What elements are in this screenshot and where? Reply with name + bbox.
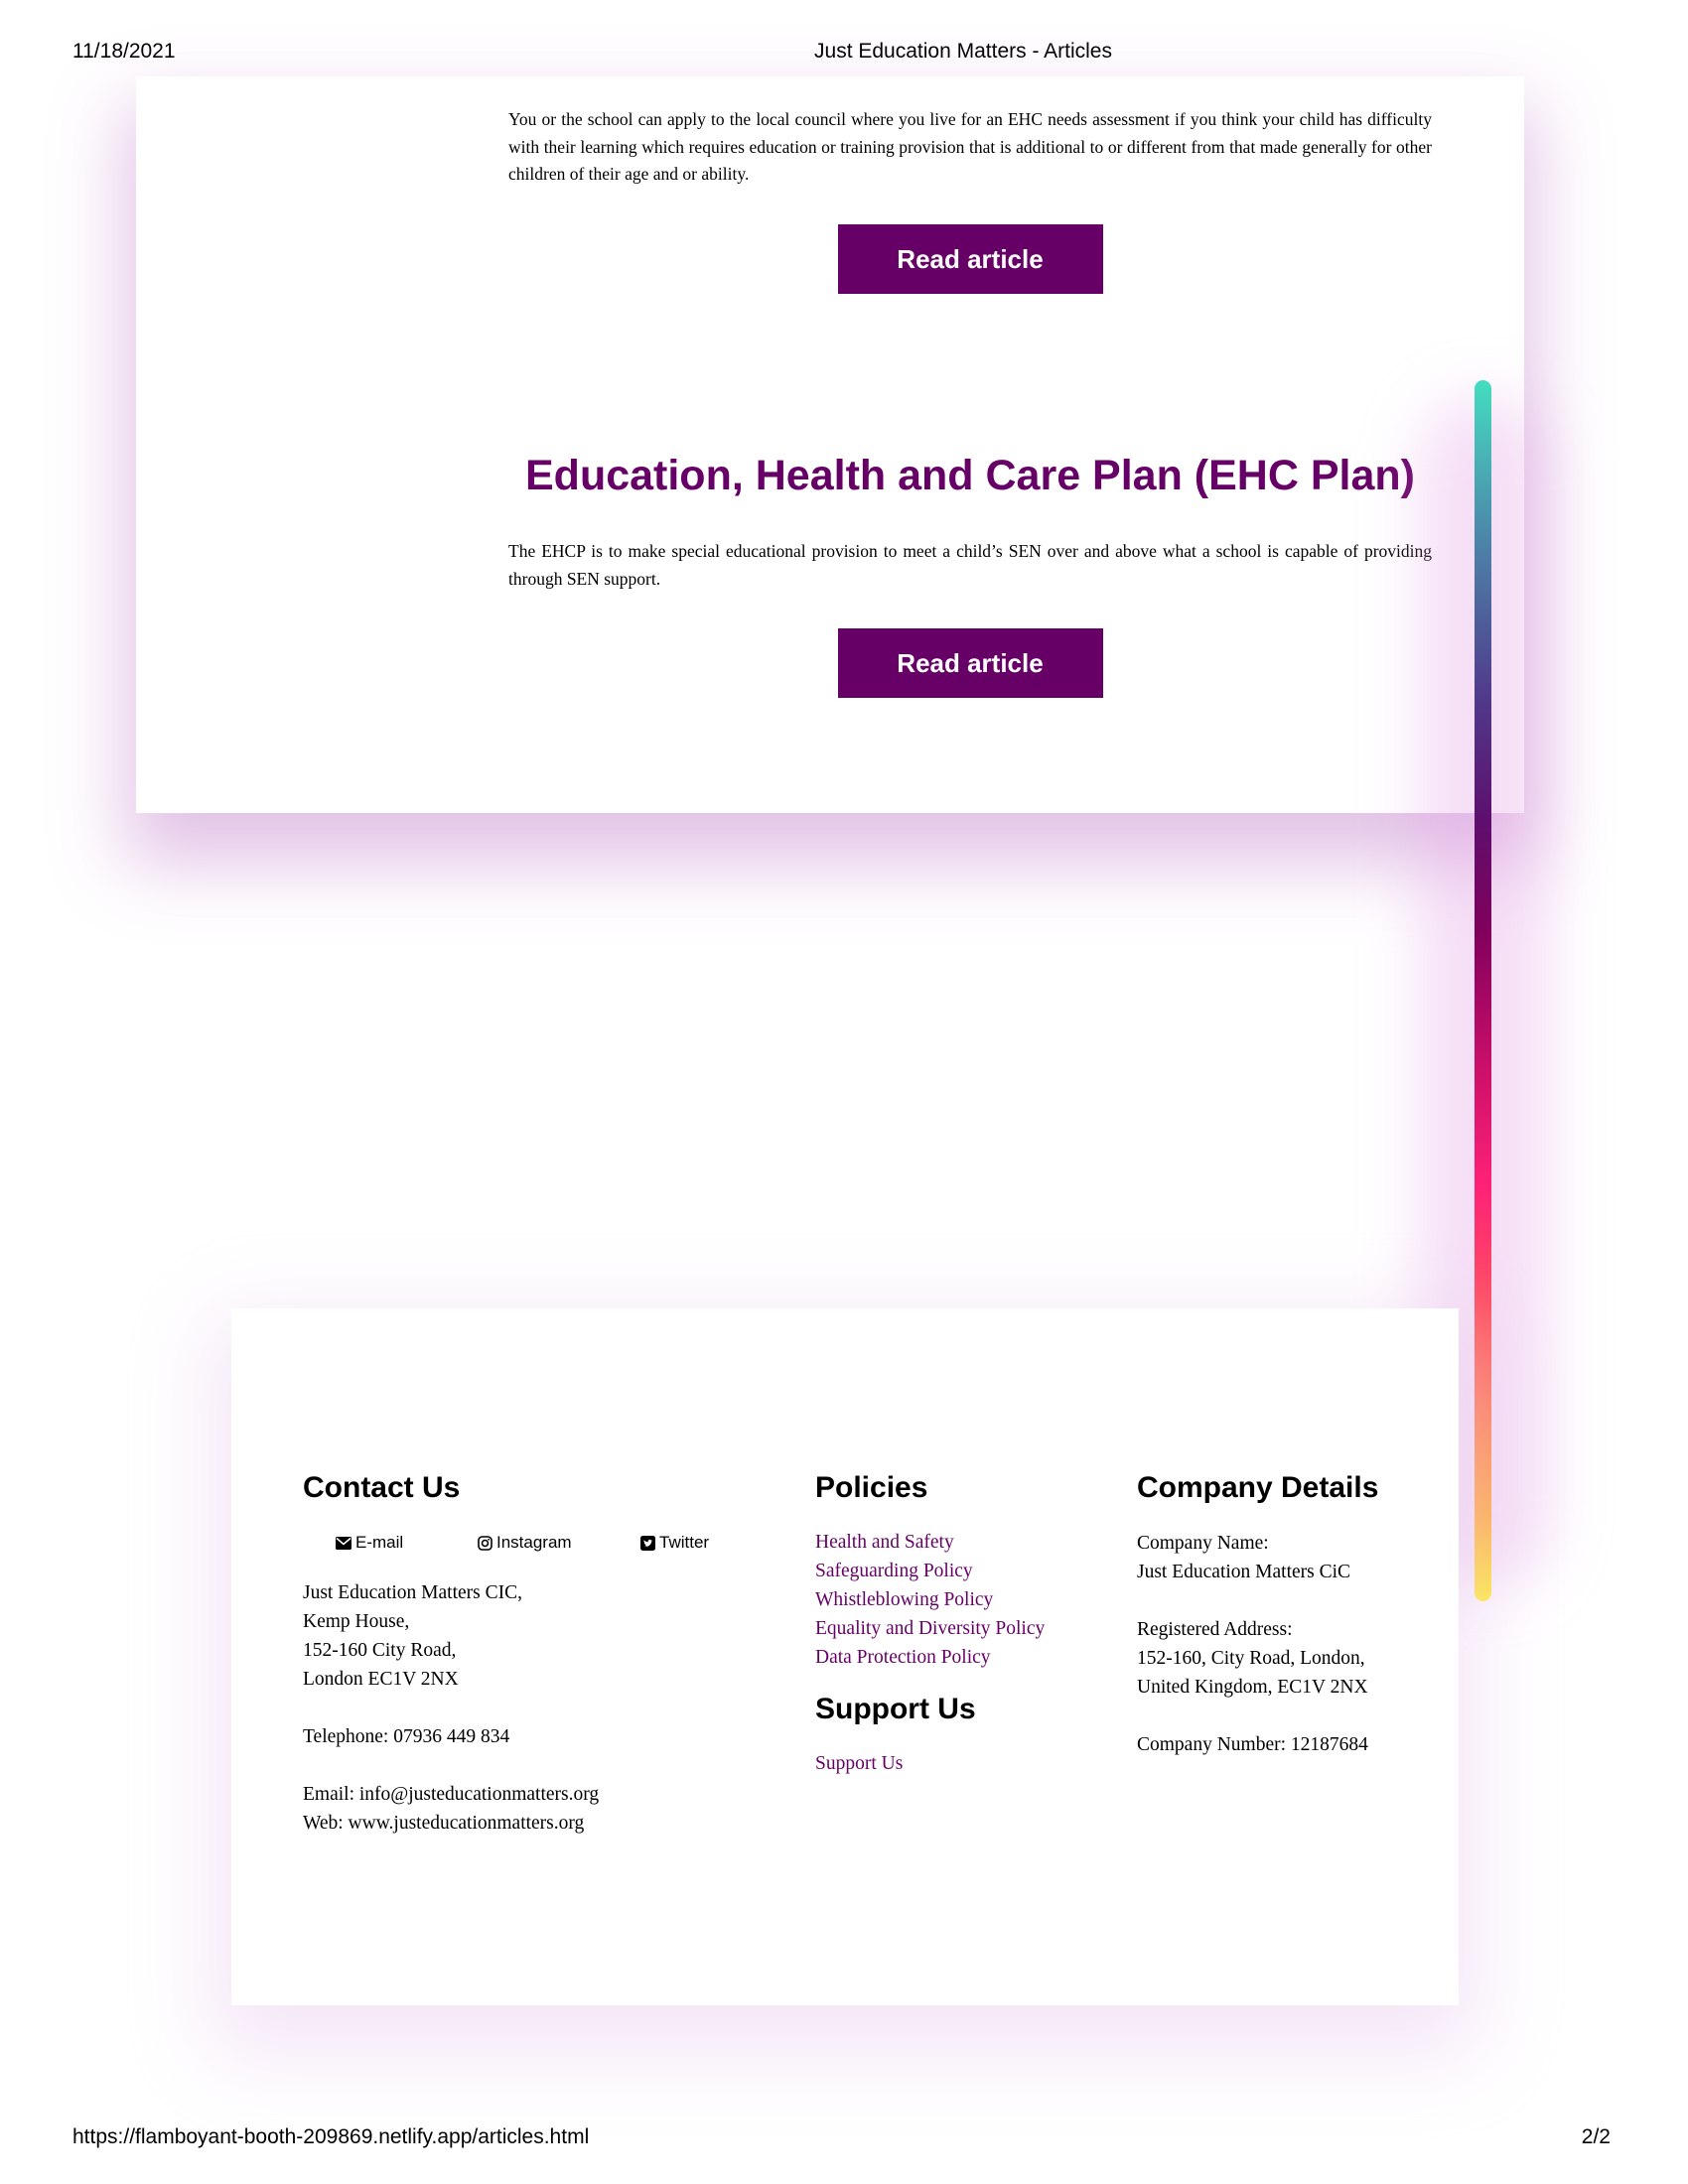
company-name-label: Company Name: bbox=[1137, 1533, 1269, 1554]
contact-email: Email: info@justeducationmatters.org bbox=[303, 1784, 600, 1805]
company-details-section: Company Details Company Name: Just Educa… bbox=[1137, 1470, 1395, 1759]
twitter-link-label: Twitter bbox=[659, 1533, 710, 1552]
company-details: Company Name: Just Education Matters CiC… bbox=[1137, 1529, 1395, 1759]
articles-card: You or the school can apply to the local… bbox=[136, 76, 1524, 813]
print-page-number: 2/2 bbox=[1581, 2125, 1611, 2148]
contact-section: Contact Us E-mail Instagram Twitter Just… bbox=[303, 1470, 740, 1838]
social-links: E-mail Instagram Twitter bbox=[336, 1531, 740, 1555]
envelope-icon bbox=[336, 1536, 352, 1550]
support-us-link[interactable]: Support Us bbox=[815, 1749, 1103, 1778]
company-number: Company Number: 12187684 bbox=[1137, 1734, 1368, 1755]
instagram-link-label: Instagram bbox=[496, 1533, 572, 1552]
instagram-icon bbox=[478, 1535, 492, 1551]
registered-address-label: Registered Address: bbox=[1137, 1619, 1293, 1640]
read-article-button[interactable]: Read article bbox=[837, 223, 1103, 294]
address-line: London EC1V 2NX bbox=[303, 1669, 459, 1690]
policy-link-data-protection[interactable]: Data Protection Policy bbox=[815, 1647, 991, 1668]
policy-link-equality-diversity[interactable]: Equality and Diversity Policy bbox=[815, 1618, 1045, 1639]
instagram-link[interactable]: Instagram bbox=[478, 1533, 640, 1553]
scroll-progress-bar[interactable] bbox=[1475, 380, 1491, 1601]
article-summary: You or the school can apply to the local… bbox=[508, 109, 1432, 184]
read-article-button[interactable]: Read article bbox=[837, 628, 1103, 698]
email-link[interactable]: E-mail bbox=[336, 1533, 478, 1553]
site-footer: Contact Us E-mail Instagram Twitter Just… bbox=[231, 1308, 1459, 2005]
policy-list: Health and Safety Safeguarding Policy Wh… bbox=[815, 1528, 1103, 1672]
print-page-title: Just Education Matters - Articles bbox=[814, 40, 1112, 63]
registered-address-line: United Kingdom, EC1V 2NX bbox=[1137, 1677, 1368, 1698]
company-name: Just Education Matters CiC bbox=[1137, 1562, 1351, 1582]
policy-link-whistleblowing[interactable]: Whistleblowing Policy bbox=[815, 1589, 993, 1610]
email-link-label: E-mail bbox=[355, 1533, 404, 1552]
twitter-link[interactable]: Twitter bbox=[640, 1533, 709, 1553]
support-heading: Support Us bbox=[815, 1693, 976, 1725]
address-line: Kemp House, bbox=[303, 1611, 410, 1632]
policies-section: Policies Health and Safety Safeguarding … bbox=[815, 1470, 1103, 1778]
address-line: 152-160 City Road, bbox=[303, 1640, 457, 1661]
address-line: Just Education Matters CIC, bbox=[303, 1582, 522, 1603]
policy-link-health-and-safety[interactable]: Health and Safety bbox=[815, 1532, 954, 1553]
contact-heading: Contact Us bbox=[303, 1471, 461, 1504]
print-url: https://flamboyant-booth-209869.netlify.… bbox=[72, 2125, 590, 2148]
article-summary: The EHCP is to make special educational … bbox=[508, 541, 1432, 589]
contact-web: Web: www.justeducationmatters.org bbox=[303, 1813, 585, 1834]
contact-telephone: Telephone: 07936 449 834 bbox=[303, 1726, 510, 1747]
company-heading: Company Details bbox=[1137, 1471, 1379, 1504]
article-ehc-plan: Education, Health and Care Plan (EHC Pla… bbox=[508, 449, 1432, 698]
article-ehc-needs-assessment: You or the school can apply to the local… bbox=[508, 106, 1432, 294]
registered-address-line: 152-160, City Road, London, bbox=[1137, 1648, 1365, 1669]
policy-link-safeguarding[interactable]: Safeguarding Policy bbox=[815, 1561, 973, 1581]
article-title: Education, Health and Care Plan (EHC Pla… bbox=[525, 452, 1415, 499]
twitter-icon bbox=[640, 1535, 655, 1551]
contact-address: Just Education Matters CIC, Kemp House, … bbox=[303, 1578, 740, 1838]
policies-heading: Policies bbox=[815, 1471, 928, 1504]
